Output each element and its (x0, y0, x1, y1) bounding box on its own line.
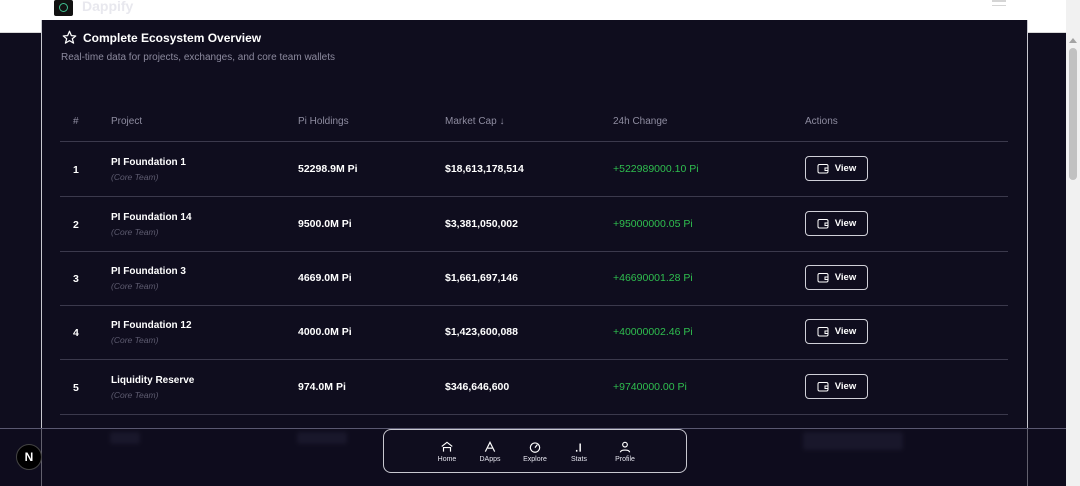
project-name: Liquidity Reserve (111, 375, 195, 386)
pi-holdings: 4669.0M Pi (298, 272, 352, 284)
project-tag: (Core Team) (111, 335, 159, 345)
page-scrollbar[interactable] (1066, 0, 1080, 486)
project-tag: (Core Team) (111, 172, 159, 182)
column-market-cap[interactable]: Market Cap ↓ (445, 116, 504, 127)
market-cap: $1,423,600,088 (445, 326, 518, 338)
nav-dapps[interactable]: DApps (470, 440, 510, 463)
project-name: PI Foundation 1 (111, 157, 186, 168)
change-24h: +46690001.28 Pi (613, 272, 693, 284)
nav-label: Explore (523, 456, 547, 463)
table-row: 5 Liquidity Reserve (Core Team) 974.0M P… (60, 360, 1008, 415)
wallet-icon (817, 382, 829, 392)
nav-stats[interactable]: Stats (559, 440, 599, 463)
nav-label: Profile (615, 456, 635, 463)
view-button-label: View (834, 272, 857, 283)
project-name: PI Foundation 14 (111, 212, 192, 223)
market-cap: $18,613,178,514 (445, 163, 524, 175)
row-rank: 1 (73, 164, 79, 176)
explore-icon (529, 442, 541, 453)
change-24h: +95000000.05 Pi (613, 218, 693, 230)
row-rank: 2 (73, 219, 79, 231)
app-title[interactable]: Dappify (82, 0, 133, 14)
card-title: Complete Ecosystem Overview (62, 30, 261, 45)
table-row: 3 PI Foundation 3 (Core Team) 4669.0M Pi… (60, 251, 1008, 306)
home-icon (441, 441, 453, 452)
stats-icon (575, 443, 581, 452)
change-24h: +522989000.10 Pi (613, 163, 699, 175)
project-tag: (Core Team) (111, 281, 159, 291)
column-24h-change: 24h Change (613, 116, 668, 127)
wallet-icon (817, 273, 829, 283)
table-header: # Project Pi Holdings Market Cap ↓ 24h C… (60, 112, 1008, 142)
card-title-text: Complete Ecosystem Overview (83, 30, 262, 45)
view-button[interactable]: View (805, 265, 868, 290)
row-rank: 5 (73, 382, 79, 394)
change-24h: +9740000.00 Pi (613, 381, 687, 393)
view-button[interactable]: View (805, 211, 868, 236)
row-rank: 3 (73, 273, 79, 285)
next-badge[interactable]: N (16, 444, 42, 470)
project-tag: (Core Team) (111, 390, 159, 400)
column-project: Project (111, 116, 143, 127)
wallet-icon (817, 219, 829, 229)
nav-label: DApps (479, 456, 501, 463)
scroll-up-icon[interactable] (1069, 38, 1077, 43)
view-button-label: View (834, 218, 857, 229)
pi-holdings: 974.0M Pi (298, 381, 346, 393)
column-holdings: Pi Holdings (298, 116, 349, 127)
nav-label: Stats (571, 456, 587, 463)
market-cap: $1,661,697,146 (445, 272, 518, 284)
table-row: 4 PI Foundation 12 (Core Team) 4000.0M P… (60, 305, 1008, 360)
nav-home[interactable]: Home (427, 440, 467, 463)
card-subtitle: Real-time data for projects, exchanges, … (61, 52, 336, 63)
scroll-thumb[interactable] (1069, 48, 1077, 180)
column-actions: Actions (805, 116, 838, 127)
row-rank: 4 (73, 327, 79, 339)
pi-holdings: 9500.0M Pi (298, 218, 352, 230)
app-logo-icon[interactable] (54, 0, 73, 16)
market-cap: $346,646,600 (445, 381, 510, 393)
project-name: PI Foundation 3 (111, 266, 186, 277)
dapps-icon (484, 441, 496, 452)
table-row: 1 PI Foundation 1 (Core Team) 52298.9M P… (60, 142, 1008, 197)
view-button-label: View (834, 326, 857, 337)
view-button[interactable]: View (805, 319, 868, 344)
wallet-icon (817, 327, 829, 337)
nav-profile[interactable]: Profile (605, 440, 645, 463)
change-24h: +40000002.46 Pi (613, 326, 693, 338)
column-rank: # (73, 116, 79, 127)
project-tag: (Core Team) (111, 227, 159, 237)
wallet-icon (817, 164, 829, 174)
bottom-navigation: Home DApps Explore Stats Profile (383, 429, 687, 473)
view-button-label: View (834, 163, 857, 174)
profile-icon (619, 441, 631, 453)
view-button[interactable]: View (805, 156, 868, 181)
view-button[interactable]: View (805, 374, 868, 399)
view-button-label: View (834, 381, 857, 392)
nav-label: Home (437, 456, 457, 463)
project-name: PI Foundation 12 (111, 320, 192, 331)
hamburger-menu-icon[interactable] (992, 0, 1006, 10)
star-icon (62, 30, 77, 44)
pi-holdings: 52298.9M Pi (298, 163, 358, 175)
market-cap: $3,381,050,002 (445, 218, 518, 230)
pi-holdings: 4000.0M Pi (298, 326, 352, 338)
nav-explore[interactable]: Explore (515, 440, 555, 463)
table-row: 2 PI Foundation 14 (Core Team) 9500.0M P… (60, 197, 1008, 252)
